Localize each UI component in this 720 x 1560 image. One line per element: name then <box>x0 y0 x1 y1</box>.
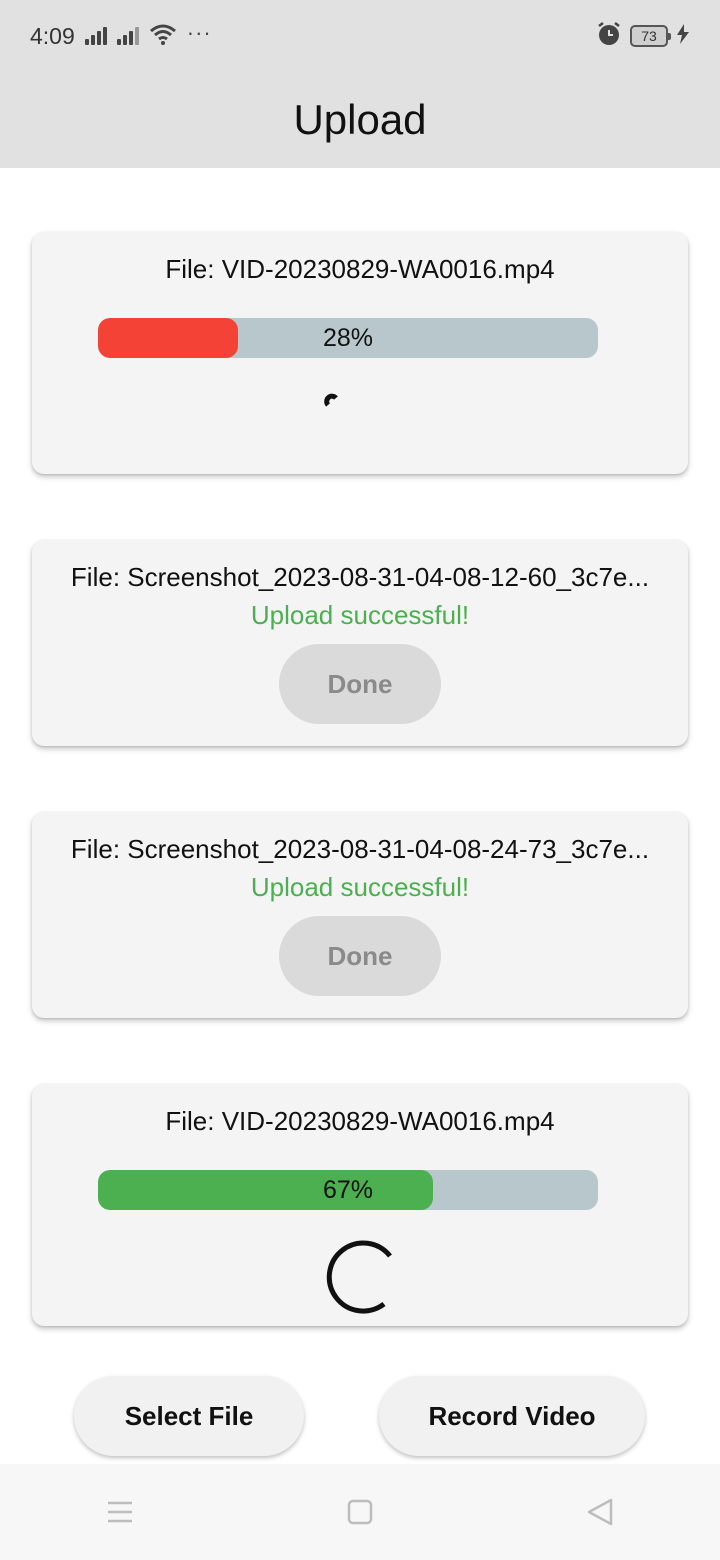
signal-icon-2 <box>116 27 139 45</box>
menu-icon[interactable] <box>90 1482 150 1542</box>
file-name: File: Screenshot_2023-08-31-04-08-24-73_… <box>70 834 650 864</box>
charging-icon <box>676 23 690 49</box>
upload-card: File: Screenshot_2023-08-31-04-08-24-73_… <box>32 812 688 1018</box>
loading-spinner-icon <box>324 393 338 407</box>
upload-card: File: Screenshot_2023-08-31-04-08-12-60_… <box>32 540 688 746</box>
progress-text: 67% <box>322 1175 374 1204</box>
progress-text: 28% <box>322 323 374 352</box>
done-button[interactable]: Done <box>279 644 441 724</box>
loading-spinner-icon <box>326 1240 392 1314</box>
status-bar: 4:09 ··· 73 <box>0 0 720 72</box>
done-button[interactable]: Done <box>279 916 441 996</box>
file-name: File: VID-20230829-WA0016.mp4 <box>165 1106 555 1136</box>
system-nav-bar <box>0 1464 720 1560</box>
signal-icon <box>84 27 107 45</box>
alarm-icon <box>596 21 622 52</box>
more-dots: ··· <box>186 20 212 45</box>
file-name: File: Screenshot_2023-08-31-04-08-12-60_… <box>70 562 650 592</box>
upload-status: Upload successful! <box>250 600 470 630</box>
page-title: Upload <box>293 96 427 143</box>
progress-bar: 28% <box>98 318 598 358</box>
upload-card: File: VID-20230829-WA0016.mp4 67% <box>32 1084 688 1326</box>
wifi-icon <box>149 23 177 50</box>
select-file-button[interactable]: Select File <box>74 1376 304 1456</box>
home-square-icon[interactable] <box>330 1482 390 1542</box>
back-triangle-icon[interactable] <box>570 1482 630 1542</box>
upload-card: File: VID-20230829-WA0016.mp4 28% <box>32 232 688 474</box>
status-time: 4:09 <box>30 22 75 49</box>
app-bar: Upload <box>0 72 720 168</box>
record-video-button[interactable]: Record Video <box>379 1376 645 1456</box>
battery-icon: 73 <box>630 25 671 47</box>
progress-bar: 67% <box>98 1170 598 1210</box>
file-name: File: VID-20230829-WA0016.mp4 <box>165 254 555 284</box>
upload-status: Upload successful! <box>250 872 470 902</box>
